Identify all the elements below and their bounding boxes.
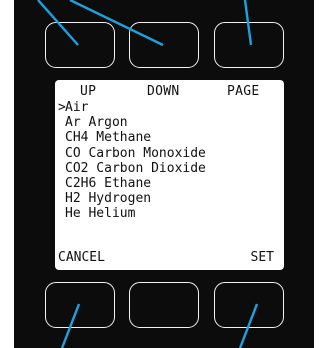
gas-list-item-label: H2 Hydrogen xyxy=(65,191,152,207)
bottom-softkey-labels: CANCEL SET xyxy=(55,250,284,266)
gas-list-item-label: Air xyxy=(65,100,89,115)
gas-list-item[interactable]: CO Carbon Monoxide xyxy=(58,146,206,161)
softkey-down-button[interactable] xyxy=(129,22,199,68)
up-label: UP xyxy=(80,84,97,99)
softkey-up-button[interactable] xyxy=(45,22,115,68)
gas-list-item[interactable]: C2H6 Ethane xyxy=(58,176,206,191)
gas-list-item-label: He Helium xyxy=(65,206,136,222)
gas-list-item[interactable]: He Helium xyxy=(58,206,206,221)
softkey-page-button[interactable] xyxy=(214,22,284,68)
top-softkey-labels: UP DOWN PAGE xyxy=(55,84,284,100)
softkey-set-button[interactable] xyxy=(214,282,284,328)
gas-list-item[interactable]: Ar Argon xyxy=(58,115,206,130)
page-label: PAGE xyxy=(227,84,260,99)
down-label: DOWN xyxy=(147,84,180,99)
softkey-blank-button[interactable] xyxy=(129,282,199,328)
gas-list-item-label: C2H6 Ethane xyxy=(65,175,152,191)
selection-cursor: > xyxy=(58,100,66,115)
gas-list-item[interactable]: CO2 Carbon Dioxide xyxy=(58,161,206,176)
softkey-cancel-button[interactable] xyxy=(45,282,115,328)
gas-list-item[interactable]: CH4 Methane xyxy=(58,130,206,145)
device-panel: UP DOWN PAGE >Air Ar Argon CH4 Methane CO C… xyxy=(14,0,314,348)
gas-list-item-label: CO2 Carbon Dioxide xyxy=(65,160,206,176)
lcd-screen: UP DOWN PAGE >Air Ar Argon CH4 Methane CO C… xyxy=(55,80,284,270)
cancel-label: CANCEL xyxy=(58,250,105,265)
gas-list-item-label: CO Carbon Monoxide xyxy=(65,145,206,161)
gas-list-item[interactable]: H2 Hydrogen xyxy=(58,191,206,206)
gas-list-item-label: Ar Argon xyxy=(65,115,128,131)
gas-list-item-label: CH4 Methane xyxy=(65,130,152,146)
set-label: SET xyxy=(250,250,274,265)
gas-selection-list: >Air Ar Argon CH4 Methane CO Carbon Monoxid… xyxy=(58,100,206,222)
gas-list-item[interactable]: >Air xyxy=(58,100,206,115)
